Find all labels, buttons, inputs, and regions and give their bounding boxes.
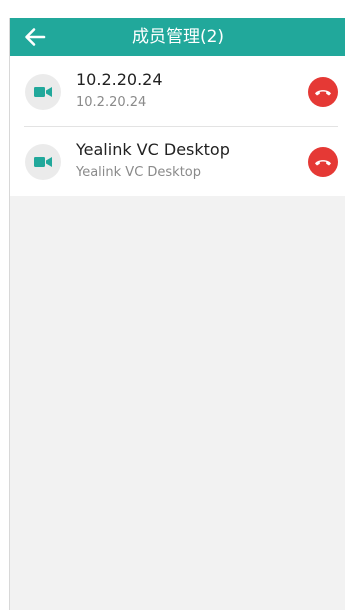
arrow-left-icon xyxy=(25,28,46,46)
member-name: 10.2.20.24 xyxy=(76,70,163,89)
hang-up-button[interactable] xyxy=(308,77,338,107)
member-item: Yealink VC Desktop Yealink VC Desktop xyxy=(10,126,345,196)
hang-up-button[interactable] xyxy=(308,147,338,177)
member-subtitle: Yealink VC Desktop xyxy=(76,165,202,180)
hang-up-icon xyxy=(315,160,331,166)
page-title: 成员管理(2) xyxy=(131,27,225,47)
video-camera-icon xyxy=(34,87,52,97)
title-bar: 成员管理(2) xyxy=(10,18,345,56)
hang-up-icon xyxy=(315,90,331,96)
back-button[interactable] xyxy=(22,24,48,50)
member-list: 10.2.20.24 10.2.20.24 Yealink VC Desktop… xyxy=(10,56,345,196)
member-avatar xyxy=(25,144,61,180)
video-camera-icon xyxy=(34,157,52,167)
member-item: 10.2.20.24 10.2.20.24 xyxy=(10,56,345,126)
member-avatar xyxy=(25,74,61,110)
app-frame: 成员管理(2) 10.2.20.24 10.2.20.24 Yealink VC… xyxy=(9,18,345,610)
member-name: Yealink VC Desktop xyxy=(76,140,230,159)
member-subtitle: 10.2.20.24 xyxy=(76,95,147,110)
